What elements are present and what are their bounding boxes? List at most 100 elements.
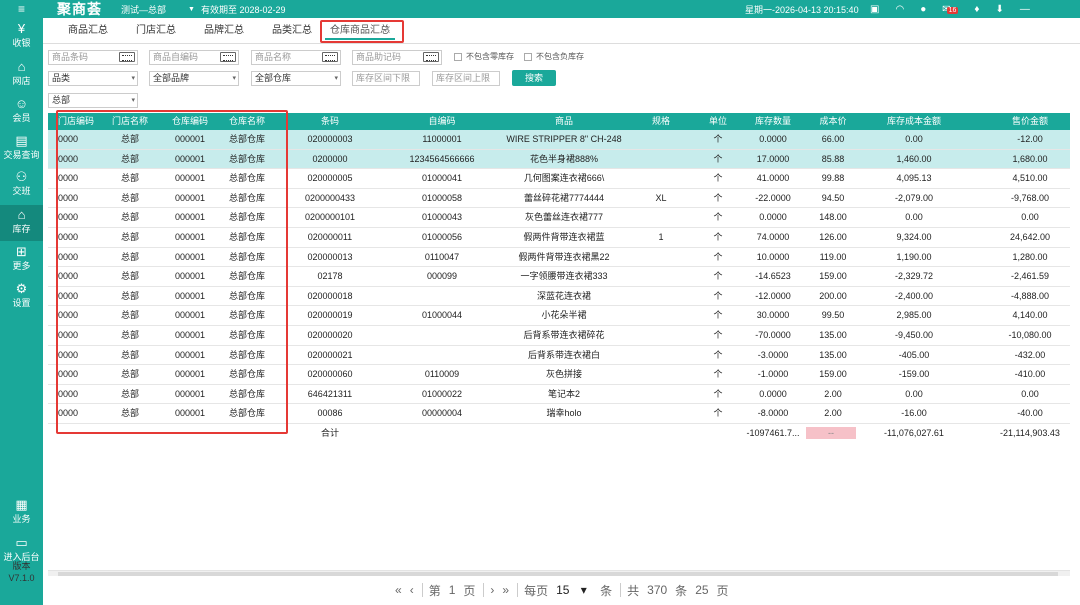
per-page-label: 每页 xyxy=(524,583,549,598)
table-cell: 11000001 xyxy=(422,134,462,144)
minimize-icon[interactable]: — xyxy=(1020,4,1030,15)
table-row[interactable]: 0000 总部 000001 总部仓库 020000018 深蓝花连衣裙 个 -12.0000… xyxy=(48,287,1070,307)
column-header[interactable]: 自编码 xyxy=(400,113,484,130)
column-header[interactable]: 条码 xyxy=(300,113,360,130)
column-header[interactable]: 门店编码 xyxy=(58,113,104,130)
sidebar-item-label: 收银 xyxy=(12,38,31,48)
barcode-input[interactable]: 商品条码 xyxy=(48,50,138,65)
table-row[interactable]: 0000 总部 000001 总部仓库 646421311 01000022 笔记本2 个 0.… xyxy=(48,385,1070,405)
column-header[interactable]: 门店名称 xyxy=(110,113,150,130)
table-cell: 0000 xyxy=(58,329,79,340)
sidebar-item-backend[interactable]: ▭ 进入后台 xyxy=(0,536,43,563)
checkbox-box[interactable] xyxy=(454,52,462,61)
exclude-negative-checkbox[interactable]: 不包含负库存 xyxy=(524,51,584,62)
table-row[interactable]: 0000 总部 000001 总部仓库 0200000 1234564566666 花色半身… xyxy=(48,149,1070,170)
last-page-button[interactable]: » xyxy=(502,583,509,597)
keyboard-icon[interactable] xyxy=(423,52,439,62)
table-row[interactable]: 0000 总部 000001 总部仓库 020000011 01000056 假两件背带连衣… xyxy=(48,228,1070,248)
keyboard-icon[interactable] xyxy=(220,52,236,62)
per-page-select[interactable]: 15 ▾ xyxy=(556,583,592,597)
table-row[interactable]: 0000 总部 000001 总部仓库 020000019 01000044 小花朵半裙 个 3… xyxy=(48,306,1070,326)
table-cell: 总部 xyxy=(120,369,139,380)
sidebar-item-transactions[interactable]: ▤ 交易查询 xyxy=(0,134,43,161)
sidebar-item-cashier[interactable]: ¥ 收银 xyxy=(0,22,43,49)
scrollbar-thumb[interactable] xyxy=(58,572,1058,576)
table-cell: 000001 xyxy=(174,212,206,223)
column-header[interactable]: 库存成本金额 xyxy=(872,113,956,130)
table-cell: 总部 xyxy=(120,212,139,223)
horizontal-scrollbar[interactable] xyxy=(48,570,1070,576)
tab-category-summary[interactable]: 品类汇总 xyxy=(267,22,317,40)
sidebar-item-label: 网店 xyxy=(12,76,31,86)
table-cell: 000001 xyxy=(174,408,206,419)
table-cell: 总部 xyxy=(120,349,139,360)
mnemonic-input[interactable]: 商品助记码 xyxy=(352,50,442,65)
sidebar-item-handover[interactable]: ⚇ 交班 xyxy=(0,170,43,197)
column-header[interactable]: 库存数量 xyxy=(740,113,806,130)
tab-warehouse-goods-summary[interactable]: 仓库商品汇总 ✕ xyxy=(325,22,395,40)
download-icon[interactable]: ⬇ xyxy=(996,4,1004,15)
table-cell: -4,888.00 xyxy=(1010,290,1050,301)
sidebar-item-member[interactable]: ☺ 会员 xyxy=(0,97,43,124)
goods-name-input[interactable]: 商品名称 xyxy=(251,50,341,65)
sidebar-item-business[interactable]: ▦ 业务 xyxy=(0,498,43,525)
wifi-icon[interactable]: ◠ xyxy=(895,4,904,15)
next-page-button[interactable]: › xyxy=(490,583,494,597)
table-cell: 119.00 xyxy=(819,251,847,262)
tab-brand-summary[interactable]: 品牌汇总 xyxy=(199,22,249,40)
tab-store-summary[interactable]: 门店汇总 xyxy=(131,22,181,40)
stock-range-low-input[interactable]: 库存区间下限 xyxy=(352,71,420,86)
close-icon[interactable]: ✕ xyxy=(383,20,391,38)
hamburger-icon[interactable]: ≡ xyxy=(0,2,43,16)
table-row[interactable]: 0000 总部 000001 总部仓库 020000060 0110009 灰色拼接 个 -1.… xyxy=(48,365,1070,385)
brand-select[interactable]: 全部品牌 ▾ xyxy=(149,71,239,86)
sidebar-item-settings[interactable]: ⚙ 设置 xyxy=(0,282,43,309)
keyboard-icon[interactable] xyxy=(322,52,338,62)
table-cell: 85.88 xyxy=(821,153,845,164)
printer-icon[interactable]: ▣ xyxy=(870,4,879,15)
table-row[interactable]: 0000 总部 000001 总部仓库 020000005 01000041 几何图案连衣裙… xyxy=(48,169,1070,189)
column-header[interactable]: 单位 xyxy=(698,113,738,130)
table-cell: 个 xyxy=(713,388,723,399)
table-cell: 66.00 xyxy=(821,134,845,144)
stock-range-high-input[interactable]: 库存区间上限 xyxy=(432,71,500,86)
store-select[interactable]: 总部 ▾ xyxy=(48,93,138,108)
column-header[interactable]: 商品 xyxy=(494,113,634,130)
current-page-input[interactable]: 1 xyxy=(449,583,456,597)
wechat-icon[interactable]: ● xyxy=(920,4,926,15)
column-header[interactable]: 仓库编码 xyxy=(166,113,214,130)
category-select[interactable]: 品类 ▾ xyxy=(48,71,138,86)
table-cell: 74.0000 xyxy=(756,231,790,242)
column-header[interactable]: 仓库名称 xyxy=(224,113,270,130)
table-row[interactable]: 0000 总部 000001 总部仓库 020000013 0110047 假两件背带连衣裙… xyxy=(48,248,1070,268)
shirt-icon[interactable]: ♦ xyxy=(974,4,979,15)
column-header[interactable]: 售价金额 xyxy=(990,113,1070,130)
dropdown-triangle-icon[interactable]: ▼ xyxy=(188,6,195,13)
selfcode-input[interactable]: 商品自编码 xyxy=(149,50,239,65)
search-button[interactable]: 搜索 xyxy=(512,70,556,86)
table-row[interactable]: 0000 总部 000001 总部仓库 00086 00000004 瑞幸holo 个 -8.0… xyxy=(48,404,1070,424)
sidebar-item-more[interactable]: ⊞ 更多 xyxy=(0,245,43,272)
table-row[interactable]: 0000 总部 000001 总部仓库 020000003 11000001 WIRE ST… xyxy=(48,130,1070,150)
keyboard-icon[interactable] xyxy=(119,52,135,62)
table-row[interactable]: 0000 总部 000001 总部仓库 020000021 后背系带连衣裙白 个 -3.000… xyxy=(48,346,1070,366)
table-cell: 0000 xyxy=(58,134,79,144)
checkbox-box[interactable] xyxy=(524,52,532,61)
first-page-button[interactable]: « xyxy=(395,583,402,597)
sidebar-item-label: 更多 xyxy=(12,261,31,271)
tab-goods-summary[interactable]: 商品汇总 xyxy=(63,22,113,40)
table-row[interactable]: 0000 总部 000001 总部仓库 02178 000099 一字领腰带连衣裙333 个 -… xyxy=(48,267,1070,287)
table-row[interactable]: 0000 总部 000001 总部仓库 020000020 后背系带连衣裙碎花 个 -70.0… xyxy=(48,326,1070,346)
column-header[interactable]: 规格 xyxy=(644,113,678,130)
divider xyxy=(421,583,423,597)
column-header[interactable]: 成本价 xyxy=(810,113,856,130)
prev-page-button[interactable]: ‹ xyxy=(410,583,414,597)
sidebar-item-inventory[interactable]: ⌂ 库存 xyxy=(0,205,43,241)
warehouse-select[interactable]: 全部仓库 ▾ xyxy=(251,71,341,86)
table-cell: 几何图案连衣裙666\ xyxy=(523,173,605,184)
exclude-zero-checkbox[interactable]: 不包含零库存 xyxy=(454,51,514,62)
table-row[interactable]: 0000 总部 000001 总部仓库 0200000101 01000043 灰色蕾丝连衣… xyxy=(48,208,1070,228)
table-row[interactable]: 0000 总部 000001 总部仓库 0200000433 01000058 蕾丝碎花裙7… xyxy=(48,189,1070,209)
sidebar-item-shop[interactable]: ⌂ 网店 xyxy=(0,60,43,87)
notification-icon[interactable]: ✉16 xyxy=(942,4,959,15)
